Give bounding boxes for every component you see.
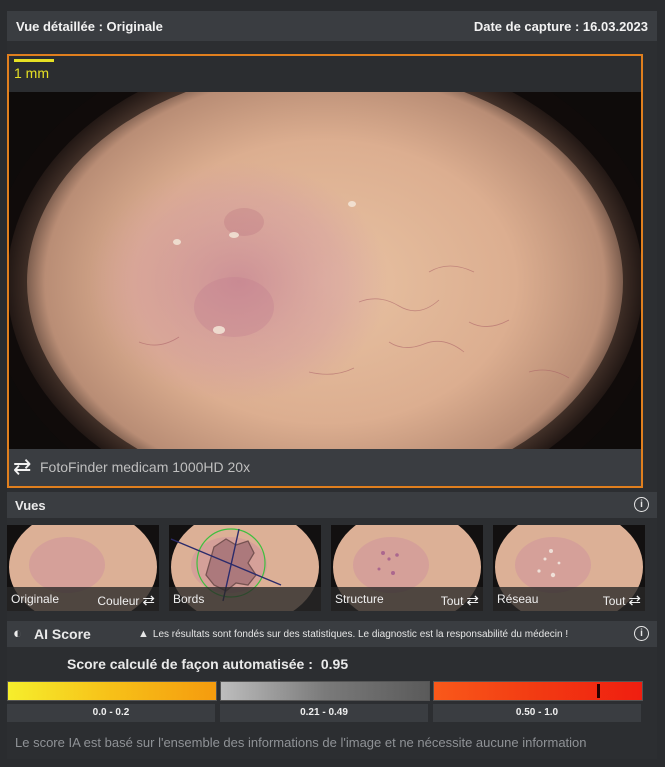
range-label-mid: 0.21 - 0.49	[220, 704, 428, 722]
scale-bar	[14, 59, 54, 62]
detail-panel: Vue détaillée : Originale Date de captur…	[7, 11, 657, 759]
thumbnail-mode: Tout	[440, 594, 464, 608]
views-thumbnails: Originale Couleur ⇄ Bords Structure Tout…	[7, 525, 657, 611]
range-bar-low	[7, 681, 217, 701]
thumbnail-caption: Bords	[169, 587, 321, 611]
device-footer: ⇄ FotoFinder medicam 1000HD 20x	[9, 449, 641, 486]
ai-logo-icon: ◐	[13, 625, 23, 642]
thumbnail-reseau[interactable]: Réseau Tout ⇄	[493, 525, 645, 611]
view-title: Vue détaillée : Originale	[16, 19, 163, 34]
scale-label: 1 mm	[14, 65, 49, 81]
range-label-low: 0.0 - 0.2	[7, 704, 215, 722]
thumbnail-caption: Réseau Tout ⇄	[493, 587, 645, 611]
range-bar-mid	[220, 681, 430, 701]
ai-warning: ▲ Les résultats sont fondés sur des stati…	[138, 628, 568, 640]
refresh-arrows-icon[interactable]: ⇄	[13, 456, 31, 478]
views-header: Vues i	[7, 492, 657, 518]
main-image-viewer[interactable]: 1 mm ⇄ FotoFinder medicam 1000HD 20x	[7, 54, 643, 488]
cycle-icon[interactable]: ⇄	[466, 592, 479, 609]
ai-score-title: AI Score	[34, 626, 91, 642]
thumbnail-mode: Couleur	[97, 594, 140, 608]
score-scale	[7, 681, 657, 701]
info-icon[interactable]: i	[634, 497, 649, 512]
device-label: FotoFinder medicam 1000HD 20x	[40, 459, 251, 475]
range-bar-high	[433, 681, 643, 701]
ai-score-note: Le score IA est basé sur l'ensemble des …	[15, 735, 587, 750]
ai-warning-text: Les résultats sont fondés sur des statis…	[152, 629, 569, 640]
thumbnail-structure[interactable]: Structure Tout ⇄	[331, 525, 483, 611]
capture-date: Date de capture : 16.03.2023	[473, 19, 648, 34]
range-label-high: 0.50 - 1.0	[433, 704, 641, 722]
score-marker	[597, 684, 600, 698]
thumbnail-caption: Structure Tout ⇄	[331, 587, 483, 611]
score-label: Score calculé de façon automatisée :	[67, 656, 313, 672]
cycle-icon[interactable]: ⇄	[142, 592, 155, 609]
thumbnail-label: Structure	[335, 592, 384, 606]
thumbnail-caption: Originale Couleur ⇄	[7, 587, 159, 611]
ai-score-header: ◐ AI Score ▲ Les résultats sont fondés su…	[7, 621, 657, 647]
dermoscopy-image[interactable]	[9, 92, 641, 449]
thumbnail-mode: Tout	[602, 594, 626, 608]
thumbnail-label: Bords	[173, 592, 205, 606]
views-title: Vues	[15, 498, 46, 513]
header-bar: Vue détaillée : Originale Date de captur…	[7, 11, 657, 41]
thumbnail-label: Réseau	[497, 592, 539, 606]
warning-icon: ▲	[138, 628, 149, 640]
range-labels: 0.0 - 0.2 0.21 - 0.49 0.50 - 1.0	[7, 704, 657, 724]
thumbnail-bords[interactable]: Bords	[169, 525, 321, 611]
cycle-icon[interactable]: ⇄	[628, 592, 641, 609]
score-line: Score calculé de façon automatisée : 0.95	[67, 656, 348, 672]
thumbnail-label: Originale	[11, 592, 60, 606]
thumbnail-originale[interactable]: Originale Couleur ⇄	[7, 525, 159, 611]
info-icon[interactable]: i	[634, 626, 649, 641]
score-value: 0.95	[320, 656, 349, 672]
